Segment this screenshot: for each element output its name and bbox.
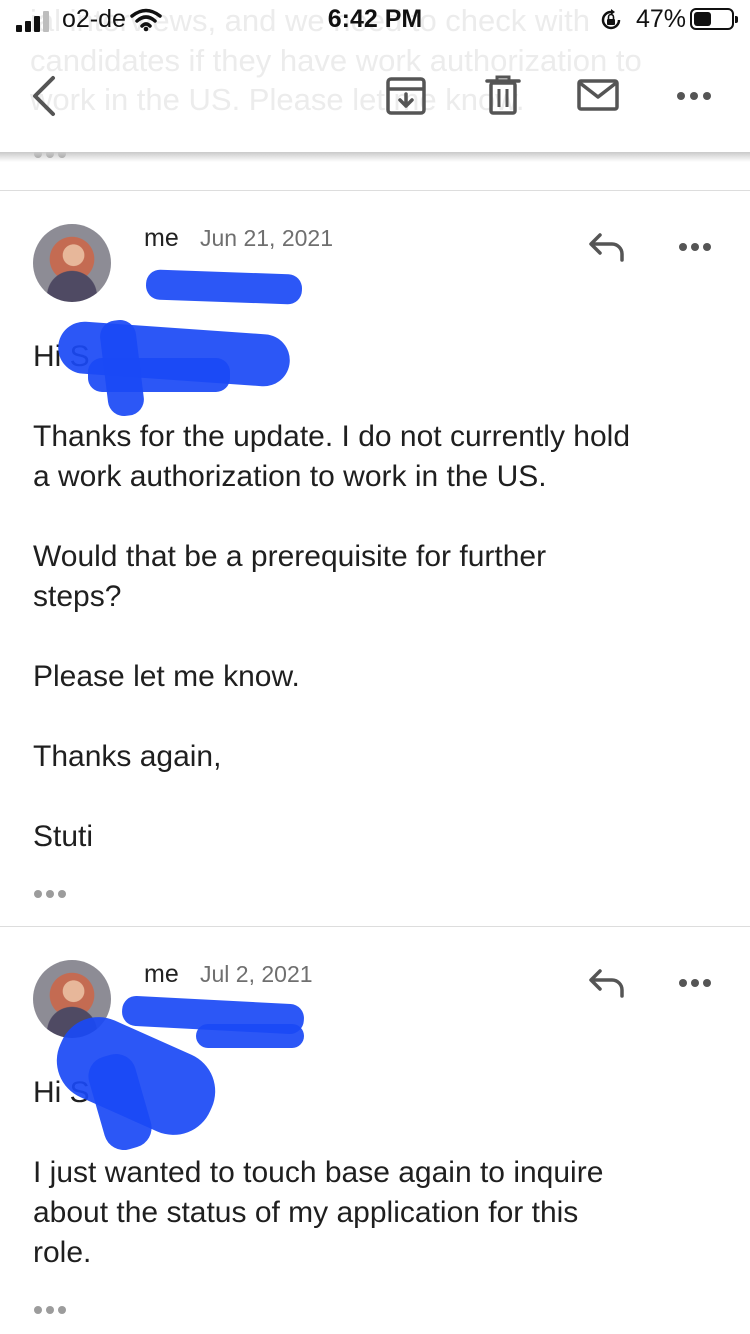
body-line: Would that be a prerequisite for further xyxy=(33,540,547,573)
show-quoted-text-button[interactable] xyxy=(34,885,70,898)
body-line: Thanks again, xyxy=(33,740,222,773)
avatar[interactable] xyxy=(33,224,111,302)
delete-button[interactable] xyxy=(484,74,522,116)
status-bar: o2-de 6:42 PM 47% xyxy=(0,0,750,40)
show-quoted-text-button[interactable] xyxy=(34,1301,70,1314)
message-more-button[interactable] xyxy=(676,240,714,254)
battery-percentage: 47% xyxy=(636,5,687,33)
top-bar: ial interviews, and we need to check wit… xyxy=(0,0,750,152)
battery-icon xyxy=(690,8,738,30)
redacted-recipient-stroke xyxy=(196,1024,304,1048)
sender-name: me xyxy=(144,960,179,988)
background-text-line: work in the US. Please let me know. xyxy=(30,82,525,117)
body-line: Thanks for the update. I do not currentl… xyxy=(33,420,631,453)
body-line: Please let me know. xyxy=(33,660,300,693)
message-date: Jul 2, 2021 xyxy=(200,961,313,987)
message-card: me Jun 21, 2021 Hi S Thanks for the upda… xyxy=(0,190,750,926)
body-line: role. xyxy=(33,1236,92,1269)
body-line: I just wanted to touch base again to inq… xyxy=(33,1156,604,1189)
redacted-recipient xyxy=(145,269,303,305)
toolbar-shadow xyxy=(0,152,750,162)
body-line: steps? xyxy=(33,580,122,613)
back-button[interactable] xyxy=(26,74,62,118)
body-line: about the status of my application for t… xyxy=(33,1196,579,1229)
signature: Stuti xyxy=(33,820,94,853)
message-date: Jun 21, 2021 xyxy=(200,225,334,251)
orientation-lock-icon xyxy=(601,9,621,30)
background-text-line: candidates if they have work authorizati… xyxy=(30,43,642,78)
battery-level xyxy=(694,12,711,26)
reply-button[interactable] xyxy=(588,968,626,998)
body-line: a work authorization to work in the US. xyxy=(33,460,547,493)
message-more-button[interactable] xyxy=(676,976,714,990)
mark-unread-button[interactable] xyxy=(576,78,620,112)
more-options-button[interactable] xyxy=(672,82,716,110)
sender-name: me xyxy=(144,224,179,252)
reply-button[interactable] xyxy=(588,232,626,262)
message-card: me Jul 2, 2021 Hi S I just wanted to tou… xyxy=(0,926,750,1334)
archive-button[interactable] xyxy=(385,76,427,116)
